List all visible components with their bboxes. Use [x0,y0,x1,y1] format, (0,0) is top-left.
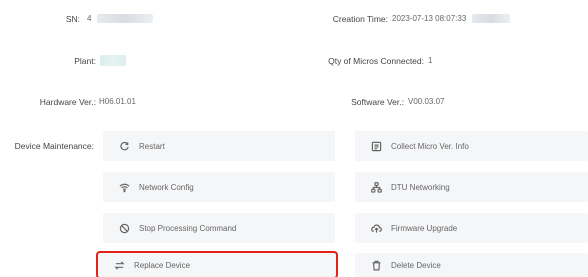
firmware-upgrade-button[interactable]: Firmware Upgrade [355,213,588,243]
hardware-ver-value: H06.01.01 [99,97,136,106]
plant-redacted-mask [100,55,126,66]
creation-time-value: 2023-07-13 08:07:33 [392,14,467,23]
delete-device-label: Delete Device [391,260,441,270]
plant-label: Plant: [74,56,96,66]
sn-label: SN: [65,14,80,24]
stop-processing-command-button[interactable]: Stop Processing Command [103,213,335,243]
sn-value: 4 [87,14,92,23]
replace-icon [112,258,126,272]
creation-time-label: Creation Time: [332,14,388,24]
network-config-label: Network Config [139,182,194,192]
stop-processing-command-label: Stop Processing Command [139,223,237,233]
restart-icon [117,139,131,153]
dtu-networking-button[interactable]: DTU Networking [355,172,588,202]
software-ver-label: Software Ver.: [351,97,404,107]
software-ver-value: V00.03.07 [408,97,445,106]
creation-time-row: 2023-07-13 08:07:33 [392,14,510,24]
collect-info-icon [369,139,383,153]
restart-button[interactable]: Restart [103,131,335,161]
sn-redacted-mask [96,14,153,24]
qty-micros-label: Qty of Micros Connected: [328,56,424,66]
delete-device-button[interactable]: Delete Device [355,253,588,277]
firmware-upgrade-label: Firmware Upgrade [391,223,458,233]
delete-icon [369,258,383,272]
collect-micro-ver-info-button[interactable]: Collect Micro Ver. Info [355,131,588,161]
device-maintenance-label: Device Maintenance: [14,141,94,151]
stop-icon [117,221,131,235]
creation-time-redacted-mask [471,14,510,24]
network-nodes-icon [369,180,383,194]
hardware-ver-label: Hardware Ver.: [39,97,96,107]
restart-label: Restart [139,141,165,151]
plant-value-row [100,55,126,66]
replace-device-button[interactable]: Replace Device [96,251,338,277]
replace-device-label: Replace Device [134,260,191,270]
network-config-button[interactable]: Network Config [103,172,335,202]
collect-micro-ver-info-label: Collect Micro Ver. Info [391,141,469,151]
wifi-icon [117,180,131,194]
qty-micros-value: 1 [428,56,433,65]
sn-value-row: 4 [87,14,153,24]
upgrade-icon [369,221,383,235]
dtu-networking-label: DTU Networking [391,182,450,192]
